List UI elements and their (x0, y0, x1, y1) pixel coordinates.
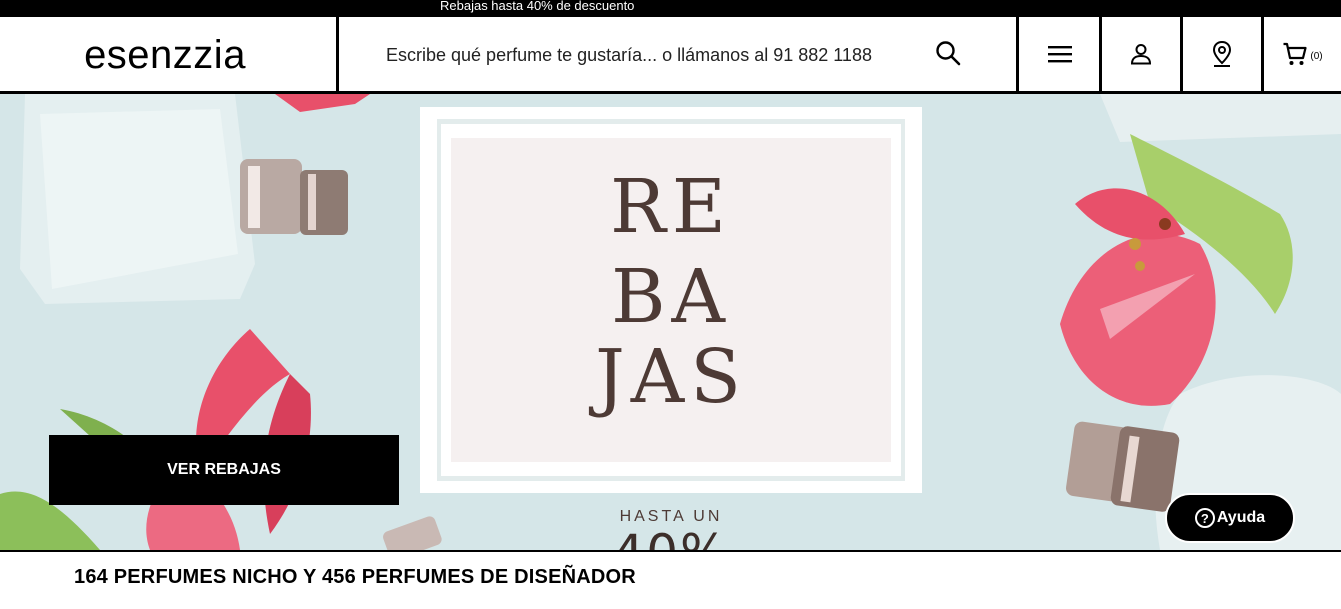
menu-button[interactable] (1021, 17, 1102, 91)
view-sales-button[interactable]: VER REBAJAS (49, 435, 399, 505)
section-divider (0, 550, 1341, 552)
cart-button[interactable]: (0) (1264, 17, 1341, 91)
promo-title-line-1: RE (610, 164, 732, 250)
user-icon (1130, 44, 1152, 65)
location-pin-icon (1212, 40, 1232, 67)
promo-title-line-3: JAS (595, 334, 747, 420)
site-header: esenzzia Escribe qué perfume te gustaría… (0, 17, 1341, 94)
search-bar (340, 17, 1019, 91)
store-locator-button[interactable] (1183, 17, 1264, 91)
search-input[interactable] (386, 41, 946, 69)
logo[interactable]: esenzzia (0, 17, 339, 91)
logo-text: esenzzia (84, 32, 246, 77)
catalog-summary: 164 PERFUMES NICHO Y 456 PERFUMES DE DIS… (74, 566, 636, 588)
promo-title-line-2: BA (611, 254, 731, 340)
announcement-bar: Rebajas hasta 40% de descuento (0, 0, 1341, 17)
announcement-text: Rebajas hasta 40% de descuento (440, 0, 635, 13)
hero-banner[interactable]: RE BA JAS HASTA UN 40% VER REBAJAS ? Ayu… (0, 94, 1341, 550)
search-icon (936, 41, 961, 66)
search-button[interactable] (932, 37, 964, 69)
help-label: Ayuda (1216, 509, 1266, 526)
help-button[interactable]: ? Ayuda (1165, 493, 1295, 543)
cart-count: (0) (1310, 50, 1323, 62)
menu-icon (1048, 46, 1072, 63)
help-icon: ? (1194, 508, 1215, 528)
promo-percent: 40% (451, 524, 891, 550)
account-button[interactable] (1102, 17, 1183, 91)
cart-icon (1283, 42, 1307, 65)
